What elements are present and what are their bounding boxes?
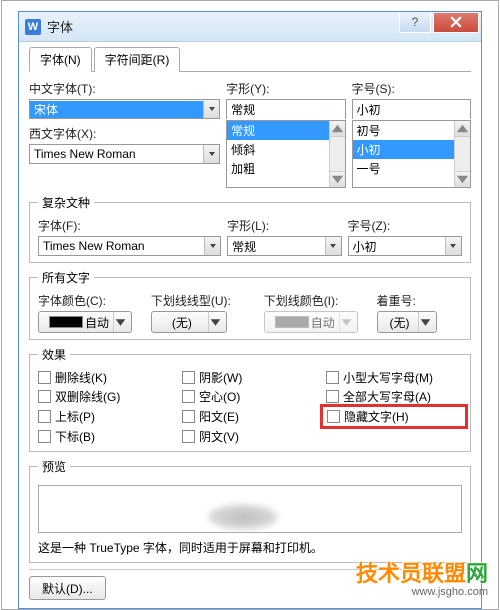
- cn-font-value: 宋体: [30, 101, 203, 118]
- western-font-label: 西文字体(X):: [29, 125, 220, 142]
- underline-color-value: 自动: [311, 314, 335, 331]
- size-field[interactable]: 小初: [352, 99, 471, 119]
- tab-spacing[interactable]: 字符间距(R): [94, 47, 181, 72]
- checkbox-emboss[interactable]: 阳文(E): [182, 407, 318, 426]
- style-value: 常规: [227, 101, 344, 118]
- size-list[interactable]: 初号 小初 一号: [352, 120, 471, 188]
- list-item[interactable]: 初号: [353, 121, 454, 140]
- font-dialog: W 字体 ? 字体(N) 字符间距(R) 中文字体(T): 宋体 西文字体(X)…: [18, 11, 482, 609]
- checkbox-subscript[interactable]: 下标(B): [38, 428, 174, 445]
- preview-blur: [208, 504, 278, 530]
- underline-style-label: 下划线线型(U):: [151, 292, 258, 309]
- underline-style-value: (无): [160, 314, 204, 331]
- scroll-down-icon[interactable]: [455, 171, 470, 187]
- emphasis-value: (无): [386, 314, 414, 331]
- western-font-value: Times New Roman: [30, 147, 203, 161]
- app-icon: W: [25, 19, 41, 35]
- list-item[interactable]: 常规: [227, 121, 328, 140]
- cn-font-label: 中文字体(T):: [29, 80, 220, 97]
- complex-script-group: 复杂文种 字体(F): Times New Roman 字形(L): 常规: [29, 194, 471, 263]
- complex-style-value: 常规: [228, 238, 324, 255]
- complex-legend: 复杂文种: [38, 194, 94, 211]
- style-field[interactable]: 常规: [226, 99, 345, 119]
- close-icon: [450, 16, 462, 28]
- complex-size-label: 字号(Z):: [348, 217, 462, 234]
- checkbox-allcaps[interactable]: 全部大写字母(A): [326, 388, 462, 405]
- chevron-down-icon: [208, 312, 222, 332]
- chevron-down-icon: [418, 312, 432, 332]
- color-swatch: [49, 316, 83, 328]
- list-item[interactable]: 倾斜: [227, 140, 328, 159]
- chevron-down-icon: [113, 312, 127, 332]
- tab-bar: 字体(N) 字符间距(R): [29, 46, 471, 72]
- checkbox-superscript[interactable]: 上标(P): [38, 407, 174, 426]
- all-legend: 所有文字: [38, 269, 94, 286]
- list-item[interactable]: 一号: [353, 159, 454, 178]
- checkbox-shadow[interactable]: 阴影(W): [182, 369, 318, 386]
- underline-color-label: 下划线颜色(I):: [264, 292, 371, 309]
- checkbox-engrave[interactable]: 阴文(V): [182, 428, 318, 445]
- list-item[interactable]: 小初: [353, 140, 454, 159]
- preview-box: [38, 485, 462, 533]
- scrollbar[interactable]: [454, 121, 470, 187]
- scroll-up-icon[interactable]: [455, 121, 470, 137]
- font-color-value: 自动: [85, 314, 109, 331]
- complex-style-label: 字形(L):: [227, 217, 341, 234]
- cn-font-combo[interactable]: 宋体: [29, 99, 220, 119]
- checkbox-hidden[interactable]: 隐藏文字(H): [327, 408, 461, 425]
- effects-legend: 效果: [38, 346, 70, 363]
- effects-group: 效果 删除线(K) 阴影(W) 小型大写字母(M) 双删除线(G) 空心(O) …: [29, 346, 471, 452]
- window-title: 字体: [47, 17, 399, 36]
- checkbox-strikethrough[interactable]: 删除线(K): [38, 369, 174, 386]
- chevron-down-icon: [325, 237, 341, 255]
- scrollbar[interactable]: [329, 121, 345, 187]
- complex-font-label: 字体(F):: [38, 217, 221, 234]
- scroll-up-icon[interactable]: [330, 121, 345, 137]
- underline-style-dropdown[interactable]: (无): [151, 311, 227, 333]
- western-font-combo[interactable]: Times New Roman: [29, 144, 220, 164]
- size-value: 小初: [353, 101, 470, 118]
- emphasis-dropdown[interactable]: (无): [377, 311, 437, 333]
- complex-font-value: Times New Roman: [39, 239, 204, 253]
- close-button[interactable]: [433, 13, 479, 33]
- preview-desc: 这是一种 TrueType 字体，同时适用于屏幕和打印机。: [38, 539, 462, 556]
- chevron-down-icon: [339, 312, 353, 332]
- style-list[interactable]: 常规 倾斜 加粗: [226, 120, 345, 188]
- button-bar: 默认(D)...: [29, 569, 471, 600]
- font-color-dropdown[interactable]: 自动: [38, 311, 132, 333]
- size-label: 字号(S):: [352, 80, 471, 97]
- highlight-box: 隐藏文字(H): [320, 404, 468, 429]
- chevron-down-icon: [445, 237, 461, 255]
- complex-size-combo[interactable]: 小初: [348, 236, 462, 256]
- titlebar[interactable]: W 字体 ?: [19, 12, 481, 42]
- style-label: 字形(Y):: [226, 80, 345, 97]
- list-item[interactable]: 加粗: [227, 159, 328, 178]
- complex-font-combo[interactable]: Times New Roman: [38, 236, 221, 256]
- chevron-down-icon: [204, 237, 220, 255]
- checkbox-outline[interactable]: 空心(O): [182, 388, 318, 405]
- color-swatch: [275, 316, 309, 328]
- checkbox-double-strike[interactable]: 双删除线(G): [38, 388, 174, 405]
- tab-font[interactable]: 字体(N): [29, 47, 92, 72]
- all-text-group: 所有文字 字体颜色(C): 自动 下划线线型(U): (无): [29, 269, 471, 340]
- underline-color-dropdown: 自动: [264, 311, 358, 333]
- scroll-down-icon[interactable]: [330, 171, 345, 187]
- preview-group: 预览 这是一种 TrueType 字体，同时适用于屏幕和打印机。: [29, 458, 471, 563]
- preview-legend: 预览: [38, 458, 70, 475]
- emphasis-label: 着重号:: [377, 292, 462, 309]
- font-color-label: 字体颜色(C):: [38, 292, 145, 309]
- help-button[interactable]: ?: [399, 13, 431, 33]
- complex-size-value: 小初: [349, 238, 445, 255]
- chevron-down-icon: [203, 145, 219, 163]
- default-button[interactable]: 默认(D)...: [29, 576, 106, 600]
- chevron-down-icon: [203, 100, 219, 118]
- checkbox-smallcaps[interactable]: 小型大写字母(M): [326, 369, 462, 386]
- complex-style-combo[interactable]: 常规: [227, 236, 341, 256]
